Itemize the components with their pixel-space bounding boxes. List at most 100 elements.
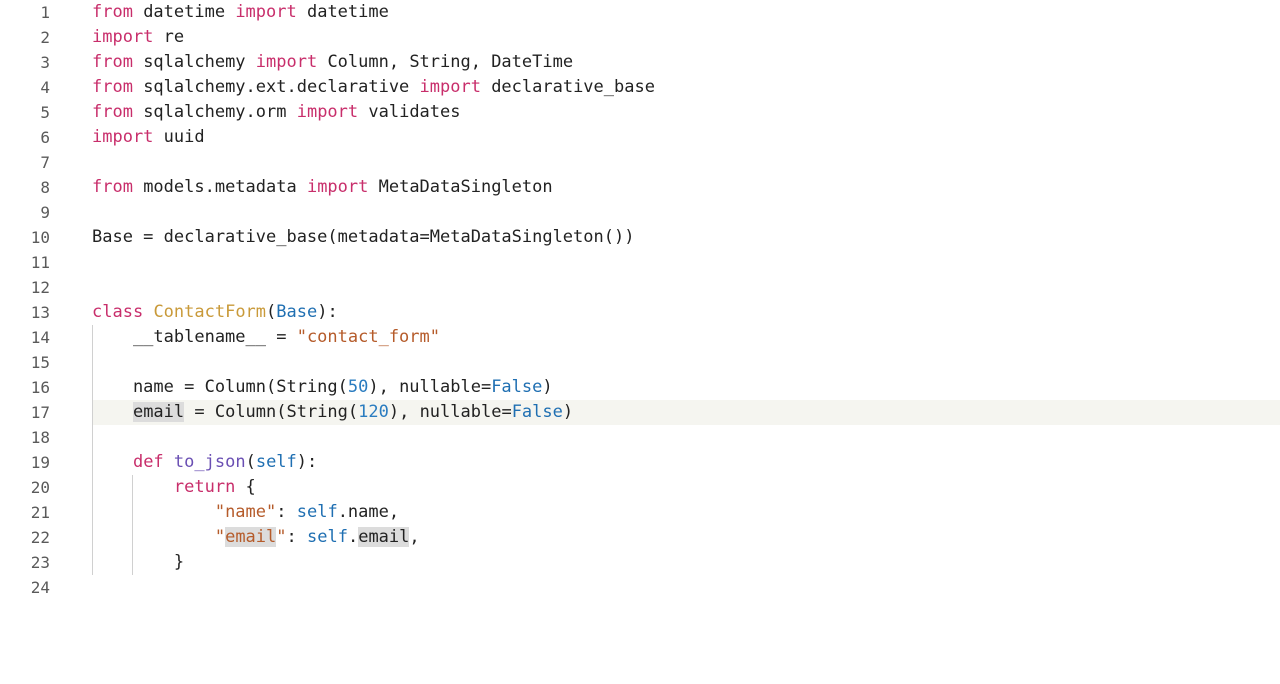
code-token: False — [512, 402, 563, 422]
code-line[interactable]: from models.metadata import MetaDataSing… — [92, 175, 1280, 200]
indent-guide — [92, 375, 93, 400]
code-line[interactable]: email = Column(String(120), nullable=Fal… — [92, 400, 1280, 425]
code-token: " — [215, 527, 225, 547]
code-token: email — [133, 402, 184, 422]
line-number: 10 — [0, 225, 70, 250]
code-token: ): — [317, 302, 337, 322]
indent-guide — [92, 500, 93, 525]
code-token: { — [235, 477, 255, 497]
code-token: "name" — [215, 502, 276, 522]
code-token: sqlalchemy.ext.declarative — [133, 77, 420, 97]
line-number: 7 — [0, 150, 70, 175]
code-token: : — [287, 527, 307, 547]
code-line[interactable] — [92, 425, 1280, 450]
line-number-gutter: 123456789101112131415161718192021222324 — [0, 0, 70, 684]
code-token: self — [297, 502, 338, 522]
code-token: . — [348, 527, 358, 547]
code-token: sqlalchemy — [133, 52, 256, 72]
code-token — [164, 452, 174, 472]
code-line[interactable] — [92, 150, 1280, 175]
code-token: sqlalchemy.orm — [133, 102, 297, 122]
line-number: 9 — [0, 200, 70, 225]
code-line[interactable]: } — [92, 550, 1280, 575]
code-line[interactable]: import re — [92, 25, 1280, 50]
code-token: False — [491, 377, 542, 397]
code-token: email — [358, 527, 409, 547]
code-token: Base — [276, 302, 317, 322]
code-line[interactable]: class ContactForm(Base): — [92, 300, 1280, 325]
indent-guide — [132, 500, 133, 525]
code-token — [92, 502, 215, 522]
code-token: def — [133, 452, 164, 472]
code-line[interactable]: "name": self.name, — [92, 500, 1280, 525]
code-token: Base = declarative_base(metadata=MetaDat… — [92, 227, 634, 247]
line-number: 19 — [0, 450, 70, 475]
line-number: 11 — [0, 250, 70, 275]
line-number: 15 — [0, 350, 70, 375]
code-line[interactable] — [92, 575, 1280, 600]
indent-guide — [92, 350, 93, 375]
code-token: .name, — [338, 502, 399, 522]
code-token: 120 — [358, 402, 389, 422]
indent-guide — [92, 450, 93, 475]
code-line[interactable]: return { — [92, 475, 1280, 500]
code-token: class — [92, 302, 143, 322]
code-token: import — [256, 52, 317, 72]
code-token: from — [92, 77, 133, 97]
code-token: import — [235, 2, 296, 22]
code-token — [92, 452, 133, 472]
code-area[interactable]: from datetime import datetimeimport refr… — [70, 0, 1280, 684]
code-token: ( — [246, 452, 256, 472]
code-line[interactable]: __tablename__ = "contact_form" — [92, 325, 1280, 350]
code-line[interactable]: from sqlalchemy import Column, String, D… — [92, 50, 1280, 75]
code-line[interactable]: from sqlalchemy.ext.declarative import d… — [92, 75, 1280, 100]
code-token: import — [92, 27, 153, 47]
code-token: from — [92, 2, 133, 22]
code-token: "contact_form" — [297, 327, 440, 347]
indent-guide — [132, 550, 133, 575]
code-token: : — [276, 502, 296, 522]
code-line[interactable]: Base = declarative_base(metadata=MetaDat… — [92, 225, 1280, 250]
indent-guide — [92, 325, 93, 350]
code-token: from — [92, 177, 133, 197]
code-line[interactable] — [92, 250, 1280, 275]
code-line[interactable]: "email": self.email, — [92, 525, 1280, 550]
indent-guide — [132, 525, 133, 550]
code-token: ), nullable= — [389, 402, 512, 422]
code-token: return — [174, 477, 235, 497]
indent-guide — [92, 425, 93, 450]
code-line[interactable]: import uuid — [92, 125, 1280, 150]
code-token: import — [307, 177, 368, 197]
line-number: 4 — [0, 75, 70, 100]
code-line[interactable] — [92, 200, 1280, 225]
code-token: self — [307, 527, 348, 547]
indent-guide — [92, 525, 93, 550]
line-number: 13 — [0, 300, 70, 325]
code-line[interactable] — [92, 350, 1280, 375]
code-token: Column, String, DateTime — [317, 52, 573, 72]
code-token: from — [92, 102, 133, 122]
code-line[interactable]: def to_json(self): — [92, 450, 1280, 475]
line-number: 5 — [0, 100, 70, 125]
line-number: 18 — [0, 425, 70, 450]
code-token: MetaDataSingleton — [368, 177, 552, 197]
code-line[interactable]: from datetime import datetime — [92, 0, 1280, 25]
code-token: from — [92, 52, 133, 72]
code-token — [92, 527, 215, 547]
code-line[interactable]: name = Column(String(50), nullable=False… — [92, 375, 1280, 400]
code-token: } — [92, 552, 184, 572]
line-number: 1 — [0, 0, 70, 25]
code-token: validates — [358, 102, 460, 122]
code-editor[interactable]: 123456789101112131415161718192021222324 … — [0, 0, 1280, 684]
code-line[interactable]: from sqlalchemy.orm import validates — [92, 100, 1280, 125]
code-line[interactable] — [92, 275, 1280, 300]
code-token: self — [256, 452, 297, 472]
code-token: " — [276, 527, 286, 547]
code-token: __tablename__ = — [92, 327, 297, 347]
code-token: datetime — [297, 2, 389, 22]
line-number: 23 — [0, 550, 70, 575]
code-token: 50 — [348, 377, 368, 397]
code-token: datetime — [133, 2, 235, 22]
code-token — [92, 402, 133, 422]
code-token: models.metadata — [133, 177, 307, 197]
